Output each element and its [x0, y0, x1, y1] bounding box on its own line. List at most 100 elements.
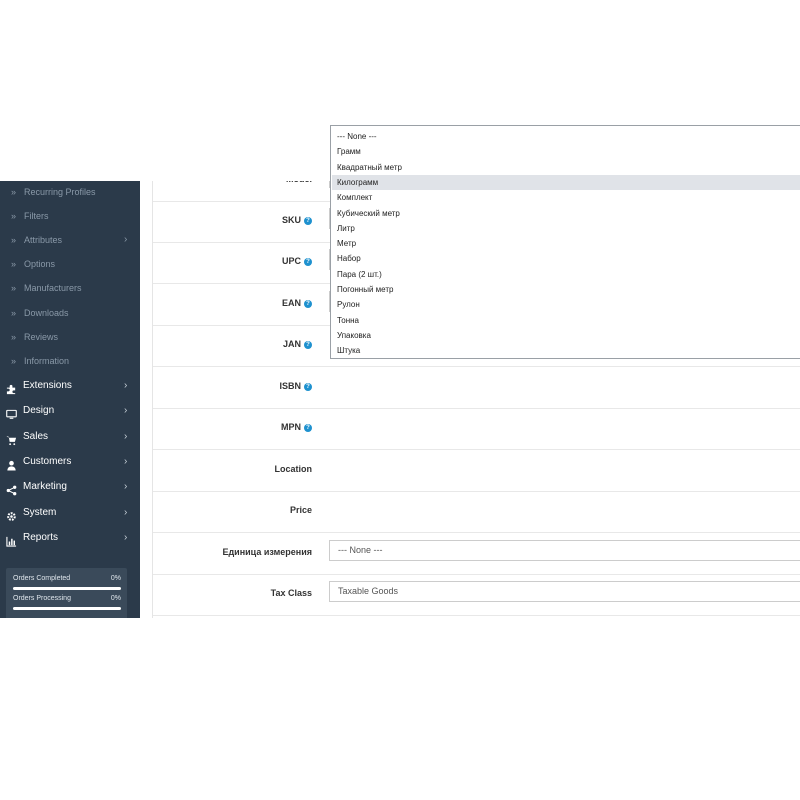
- field-label-text: ISBN: [279, 380, 301, 391]
- field-label-text: SKU: [281, 214, 301, 225]
- field-label-text: Единица измерения: [222, 546, 312, 557]
- field-label-3: EAN?: [140, 298, 312, 308]
- double-chevron-icon: »: [11, 283, 17, 294]
- share-icon: [6, 482, 17, 496]
- field-label-8: Price: [140, 505, 312, 515]
- field-label-text: JAN: [282, 339, 301, 349]
- row-divider: [153, 449, 800, 450]
- sidebar-item-system[interactable]: System ›: [0, 501, 140, 525]
- cart-icon: [6, 432, 17, 445]
- sidebar-item-extensions[interactable]: Extensions ›: [0, 374, 140, 398]
- dropdown-option[interactable]: Набор: [332, 251, 800, 266]
- input-tax-class[interactable]: Taxable Goods: [329, 581, 800, 602]
- double-chevron-icon: »: [11, 235, 17, 246]
- stat-orders-completed: Orders Completed 0%: [13, 572, 121, 594]
- row-divider: [153, 490, 800, 492]
- sidebar-item-reports[interactable]: Reports ›: [0, 526, 140, 550]
- dropdown-option[interactable]: Кубический метр: [332, 206, 800, 221]
- sidebar-item-design[interactable]: Design ›: [0, 399, 140, 423]
- sidebar-subitem-attributes[interactable]: » Attributes ›: [0, 229, 140, 251]
- stat-label: Orders Processing: [13, 595, 71, 602]
- row-divider: [153, 366, 800, 367]
- puzzle-icon: [6, 381, 17, 395]
- sidebar-item-marketing[interactable]: Marketing ›: [0, 475, 140, 499]
- sidebar-item-label: Marketing: [23, 481, 67, 493]
- progress-bar: [13, 607, 121, 610]
- row-divider: [153, 407, 800, 409]
- dropdown-option[interactable]: Метр: [332, 236, 800, 251]
- chevron-right-icon: ›: [124, 380, 128, 391]
- progress-bar: [13, 587, 121, 590]
- dropdown-option[interactable]: Рулон: [332, 297, 800, 312]
- double-chevron-icon: »: [11, 331, 17, 342]
- field-label-text: EAN: [281, 297, 301, 308]
- sidebar-subitem-recurring-profiles[interactable]: » Recurring Profiles: [0, 181, 140, 203]
- chevron-right-icon: ›: [124, 481, 128, 493]
- dropdown-option[interactable]: Литр: [332, 221, 800, 236]
- help-icon[interactable]: ?: [304, 216, 312, 225]
- sidebar-subitem-options[interactable]: » Options: [0, 253, 140, 275]
- field-label-text: Model: [286, 181, 312, 184]
- sidebar: » Recurring Profiles» Filters» Attributes ›»…: [0, 181, 140, 618]
- help-icon[interactable]: ?: [304, 341, 312, 349]
- field-label-text: Price: [289, 505, 312, 515]
- input-единица-измерения[interactable]: --- None ---: [329, 539, 800, 561]
- user-icon: [6, 457, 17, 471]
- sidebar-subitem-label: Options: [24, 259, 56, 270]
- sidebar-subitem-label: Downloads: [24, 307, 69, 318]
- field-label-text: Location: [274, 463, 313, 474]
- monitor-icon: [6, 406, 17, 420]
- dropdown-option[interactable]: Грамм: [332, 144, 800, 159]
- chevron-right-icon: ›: [124, 455, 128, 467]
- field-label-text: MPN: [281, 422, 301, 432]
- unit-dropdown-list[interactable]: --- None --- Грамм Квадратный метр Килограм…: [330, 125, 800, 359]
- sidebar-subitem-information[interactable]: » Information: [0, 350, 140, 372]
- help-icon[interactable]: ?: [304, 258, 312, 266]
- help-icon[interactable]: ?: [304, 382, 312, 391]
- stat-orders-processing: Orders Processing 0%: [13, 592, 121, 614]
- help-icon[interactable]: ?: [304, 299, 312, 308]
- field-label-6: MPN?: [140, 422, 312, 432]
- sidebar-subitem-label: Filters: [24, 211, 49, 222]
- chevron-right-icon: ›: [124, 430, 128, 442]
- field-label-2: UPC?: [140, 256, 312, 266]
- gear-icon: [6, 508, 17, 521]
- sidebar-subitem-label: Attributes: [24, 235, 63, 246]
- dropdown-option[interactable]: Пара (2 шт.): [332, 267, 800, 282]
- chevron-right-icon: ›: [124, 234, 128, 246]
- sidebar-item-label: System: [23, 506, 57, 518]
- sidebar-item-customers[interactable]: Customers ›: [0, 450, 140, 474]
- sidebar-subitem-downloads[interactable]: » Downloads: [0, 302, 140, 324]
- stat-label: Orders Completed: [13, 575, 71, 582]
- double-chevron-icon: »: [11, 259, 17, 270]
- field-label-5: ISBN?: [140, 381, 312, 391]
- sidebar-subitem-reviews[interactable]: » Reviews: [0, 326, 140, 348]
- sidebar-item-label: Sales: [23, 430, 49, 442]
- sidebar-stats: Orders Completed 0% Orders Processing 0%: [6, 568, 127, 618]
- row-divider: [153, 615, 800, 616]
- chevron-right-icon: ›: [124, 405, 128, 417]
- dropdown-option[interactable]: Штука: [332, 343, 800, 358]
- double-chevron-icon: »: [11, 211, 17, 222]
- chevron-right-icon: ›: [124, 531, 128, 543]
- sidebar-subitem-filters[interactable]: » Filters: [0, 205, 140, 227]
- dropdown-option[interactable]: --- None ---: [332, 129, 800, 144]
- dropdown-option[interactable]: Упаковка: [332, 328, 800, 343]
- field-label-9: Единица измерения: [140, 547, 312, 557]
- sidebar-subitem-label: Reviews: [24, 331, 59, 342]
- help-icon[interactable]: ?: [304, 424, 312, 432]
- dropdown-option[interactable]: Квадратный метр: [332, 160, 800, 175]
- field-label-text: Tax Class: [270, 588, 312, 598]
- sidebar-subitem-label: Information: [24, 355, 70, 366]
- double-chevron-icon: »: [11, 355, 17, 366]
- dropdown-option[interactable]: Погонный метр: [332, 282, 800, 297]
- sidebar-item-label: Design: [23, 405, 55, 417]
- dropdown-option[interactable]: Комплект: [332, 190, 800, 205]
- sidebar-subitem-manufacturers[interactable]: » Manufacturers: [0, 277, 140, 299]
- dropdown-option[interactable]: Килограмм: [332, 174, 800, 190]
- dropdown-option[interactable]: Тонна: [332, 313, 800, 328]
- field-label-text: UPC: [281, 256, 301, 266]
- sidebar-item-sales[interactable]: Sales ›: [0, 425, 140, 449]
- field-label-4: JAN?: [140, 339, 312, 349]
- double-chevron-icon: »: [11, 187, 17, 197]
